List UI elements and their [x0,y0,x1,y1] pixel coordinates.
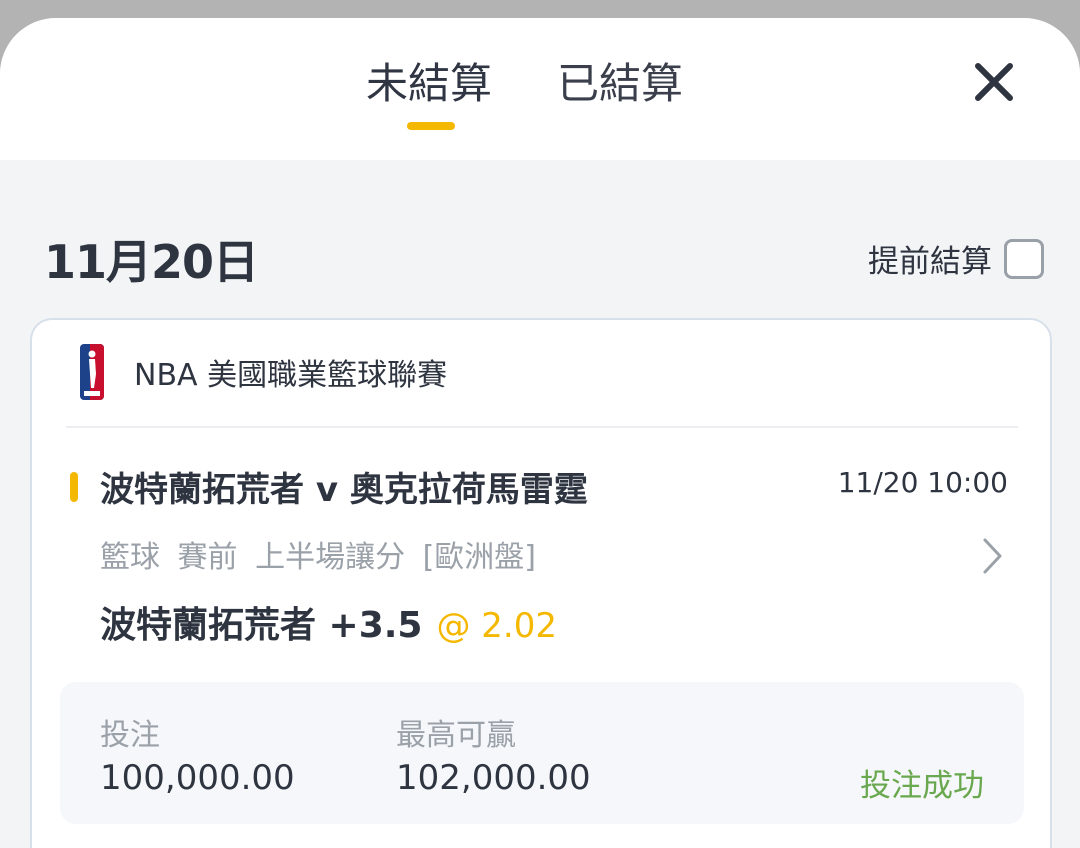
close-icon[interactable] [968,56,1020,108]
match-title: 波特蘭拓荒者 v 奧克拉荷馬雷霆 [100,470,588,510]
header: 未結算 已結算 [0,18,1080,160]
nba-logo-icon [80,344,104,400]
active-tab-indicator [407,122,455,130]
market-description: 籃球 賽前 上半場讓分 [歐洲盤] [100,540,537,575]
tab-unsettled[interactable]: 未結算 [366,58,492,110]
status-badge: 投注成功 [860,768,984,804]
max-win-value: 102,000.00 [396,758,591,798]
stake-value: 100,000.00 [100,758,295,798]
early-settlement-label: 提前結算 [868,244,992,280]
stake-label: 投注 [100,718,160,753]
early-settlement-toggle[interactable]: 提前結算 [868,236,1044,281]
league-name: NBA 美國職業籃球聯賽 [134,358,448,393]
selection-label: 波特蘭拓荒者 +3.5 [100,605,423,646]
stake-summary: 投注 100,000.00 最高可贏 102,000.00 投注成功 [60,682,1024,824]
match-marker [70,472,78,502]
bet-card: NBA 美國職業籃球聯賽 波特蘭拓荒者 v 奧克拉荷馬雷霆 11/20 10:0… [30,318,1052,848]
bet-slip-sheet: 未結算 已結算 11月20日 提前結算 NBA 美國職業籃球聯賽 波特蘭拓荒者 … [0,18,1080,848]
match-time: 11/20 10:00 [837,466,1008,499]
chevron-right-icon[interactable] [980,536,1004,576]
odds-value: @ 2.02 [436,606,557,646]
selection-line: 波特蘭拓荒者 +3.5 @ 2.02 [100,596,557,648]
early-settlement-checkbox[interactable] [1004,238,1044,279]
max-win-label: 最高可贏 [396,718,516,753]
date-heading: 11月20日 [44,235,259,289]
divider [66,426,1018,428]
tab-settled[interactable]: 已結算 [557,58,683,110]
league-row: NBA 美國職業籃球聯賽 [80,344,447,400]
